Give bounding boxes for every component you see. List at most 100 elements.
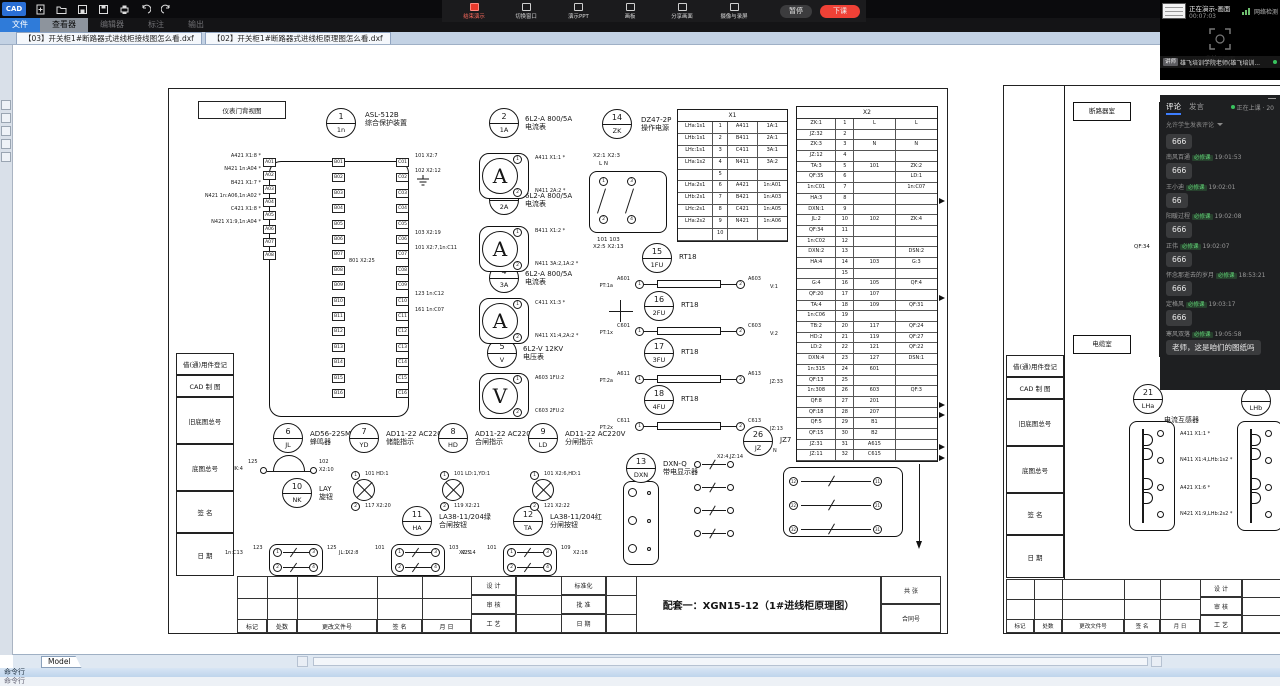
- app-logo[interactable]: CAD: [2, 2, 26, 16]
- table-cell: QF:4: [895, 279, 937, 290]
- course-badge: 必修课: [1192, 155, 1213, 162]
- table-cell: 2A:1: [757, 134, 787, 146]
- device-number: 15: [643, 244, 671, 259]
- side-tool-button[interactable]: [1, 152, 11, 162]
- command-line[interactable]: 命令行: [0, 668, 1280, 677]
- wire-label: 101 X2:7,1n:C11: [415, 245, 458, 251]
- side-tool-button[interactable]: [1, 139, 11, 149]
- end-class-button[interactable]: 下课: [820, 4, 860, 18]
- tab-comments[interactable]: 评论: [1166, 101, 1181, 115]
- table-cell: JZ:12: [797, 151, 837, 162]
- stream-button[interactable]: 分享画面: [656, 0, 708, 22]
- table-cell: QF:20: [797, 290, 837, 301]
- document-tab-2[interactable]: 【02】开关柜1#断路器式进线柜原理图怎么看.dxf: [204, 32, 391, 44]
- ribbon-tab-5[interactable]: 输出: [176, 18, 216, 32]
- side-tool-button[interactable]: [1, 113, 11, 123]
- minimize-icon[interactable]: [1268, 98, 1276, 99]
- stream-button-label: 结束演示: [463, 12, 485, 20]
- ground-symbol: [417, 175, 429, 186]
- table-cell: 22: [836, 343, 855, 355]
- table-cell: 29: [836, 418, 855, 429]
- undo-icon[interactable]: [138, 2, 152, 16]
- device-function: 合闸按钮: [439, 521, 467, 530]
- class-status: 正在上课 · 20: [1230, 103, 1274, 112]
- scroll-right-button[interactable]: [1151, 656, 1162, 667]
- stream-button[interactable]: 演示PPT: [552, 0, 604, 22]
- table-cell: [895, 311, 937, 323]
- device-circle-LD: 9 LD: [528, 423, 558, 453]
- ribbon-tab-3[interactable]: 编辑器: [88, 18, 136, 32]
- wire-label: QF:34: [1134, 244, 1150, 250]
- device-number: 8: [439, 424, 467, 439]
- table-cell: 2: [713, 133, 729, 146]
- device-code: JZ: [754, 444, 762, 452]
- table-cell: 127: [854, 354, 896, 365]
- presenter-name: 雄飞培训学院老师(雄飞培训...: [1180, 59, 1261, 67]
- terminal-stub: B01: [332, 158, 345, 167]
- terminal: 2: [513, 261, 522, 270]
- table-cell: TA:4: [797, 300, 837, 312]
- chat-message-bubble: 老师，这是咱们的图纸吗: [1166, 339, 1261, 355]
- tab-speak[interactable]: 发言: [1189, 101, 1204, 112]
- side-tool-button[interactable]: [1, 126, 11, 136]
- stream-button-label: 摄像与录屏: [720, 12, 748, 20]
- terminal-stub: C05: [396, 219, 409, 229]
- wire-label: 121 X2:22: [544, 503, 570, 509]
- print-icon[interactable]: [117, 2, 131, 16]
- wire-label: X2:4,JZ:14: [717, 454, 744, 460]
- save-as-icon[interactable]: [96, 2, 110, 16]
- chat-message-list[interactable]: 666 南风百通 必修课 19:01:53 666 王小迪 必修课 19:02:01 66 阳暖过…: [1160, 131, 1280, 358]
- contact: [517, 552, 543, 553]
- table-cell: 1n:C07: [895, 183, 937, 194]
- scroll-left-button[interactable]: [297, 656, 308, 667]
- stream-button[interactable]: 画板: [604, 0, 656, 22]
- allow-comments-dropdown[interactable]: 允许学生发表评论: [1160, 118, 1280, 131]
- new-file-icon[interactable]: [33, 2, 47, 16]
- terminal-stub: B05: [332, 219, 345, 229]
- table-cell: 1n:A01: [757, 181, 787, 194]
- table-cell: A421: [728, 181, 758, 194]
- wire-marker: [939, 295, 945, 301]
- device-circle-1n: 1 1n: [326, 108, 356, 138]
- stream-button[interactable]: 摄像与录屏: [708, 0, 760, 22]
- frame-label: 借(通)用件登记: [176, 353, 234, 375]
- device-circle-HA: 11 HA: [402, 506, 432, 536]
- redo-icon[interactable]: [159, 2, 173, 16]
- terminal: 1: [635, 375, 644, 384]
- pause-button[interactable]: 暂停: [780, 4, 812, 18]
- table-cell: 3A:2: [757, 158, 787, 170]
- device-code: 2FU: [652, 309, 666, 317]
- ribbon-tab-1[interactable]: 文件: [0, 18, 40, 32]
- table-cell: [895, 365, 937, 376]
- drawing-canvas[interactable]: 仪表门背视图 X2:1 X2:3 L N 1 3 2 4 101 103 X2:…: [13, 45, 1280, 654]
- document-tab-1[interactable]: 【03】开关柜1#断路器式进线柜接线图怎么看.dxf: [16, 32, 202, 44]
- chat-message-bubble: 666: [1166, 310, 1193, 326]
- table-cell: [895, 130, 937, 141]
- horizontal-scrollbar[interactable]: [313, 657, 1148, 666]
- table-cell: 4: [836, 151, 855, 162]
- ribbon-tab-2[interactable]: 查看器: [40, 18, 88, 32]
- title-block-cell: 共 张: [881, 576, 941, 604]
- wire-label: 101 X2:6,HD:1: [544, 471, 581, 477]
- side-tool-button[interactable]: [1, 100, 11, 110]
- course-badge: 必修课: [1192, 214, 1213, 221]
- table-row: 1n:308 26 603 QF:3: [797, 386, 937, 397]
- table-cell: [895, 151, 937, 162]
- wire-label: N: [773, 448, 777, 454]
- table-cell: B1: [854, 418, 896, 429]
- share-thumbnail[interactable]: [1162, 3, 1186, 19]
- network-signal-icon[interactable]: [1241, 7, 1251, 15]
- open-file-icon[interactable]: [54, 2, 68, 16]
- table-cell: 19: [836, 311, 855, 323]
- table-cell: 7: [836, 183, 855, 194]
- table-cell: ZK:4: [895, 215, 937, 226]
- terminal: 2: [513, 333, 522, 342]
- stream-button[interactable]: 切换窗口: [500, 0, 552, 22]
- model-tab[interactable]: Model: [41, 656, 82, 668]
- ribbon-tab-4[interactable]: 标注: [136, 18, 176, 32]
- device-function: 合闸指示: [475, 438, 503, 447]
- stream-button[interactable]: 结束演示: [448, 0, 500, 22]
- save-icon[interactable]: [75, 2, 89, 16]
- title-block-cell: 标准化: [561, 576, 606, 595]
- device-description: RT18: [681, 395, 699, 403]
